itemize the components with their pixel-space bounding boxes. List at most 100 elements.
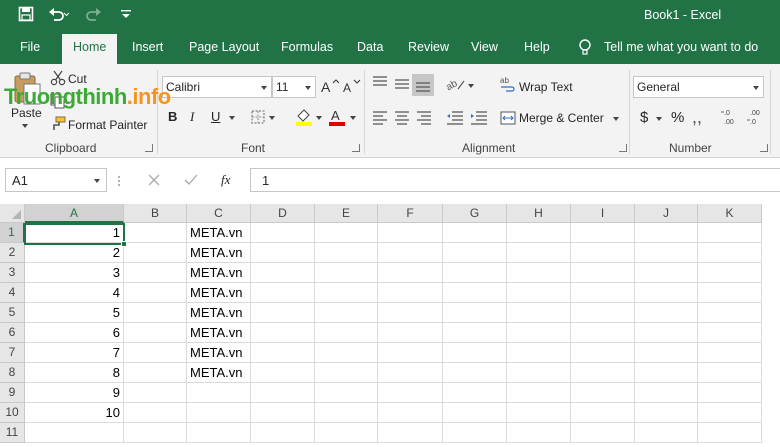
cell-f1[interactable] — [378, 223, 443, 243]
row-header[interactable]: 9 — [0, 383, 25, 403]
cell-j11[interactable] — [635, 423, 698, 443]
cell-i2[interactable] — [571, 243, 635, 263]
cell-j3[interactable] — [635, 263, 698, 283]
confirm-entry-icon[interactable] — [184, 174, 198, 189]
tab-help[interactable]: Help — [524, 40, 550, 54]
undo-icon[interactable] — [48, 6, 70, 25]
cell-k9[interactable] — [698, 383, 762, 403]
percent-button[interactable]: % — [671, 109, 684, 126]
cell-g6[interactable] — [443, 323, 507, 343]
cell-b8[interactable] — [124, 363, 187, 383]
cell-k7[interactable] — [698, 343, 762, 363]
cell-d10[interactable] — [251, 403, 315, 423]
row-header[interactable]: 1 — [0, 223, 25, 243]
align-right-icon[interactable] — [416, 111, 432, 128]
font-color-icon[interactable]: A — [328, 108, 346, 129]
cell-e1[interactable] — [315, 223, 378, 243]
cell-f4[interactable] — [378, 283, 443, 303]
cell-f11[interactable] — [378, 423, 443, 443]
increase-decimal-icon[interactable]: .0.00 — [720, 108, 740, 129]
cell-d11[interactable] — [251, 423, 315, 443]
cell-b5[interactable] — [124, 303, 187, 323]
cell-a11[interactable] — [25, 423, 124, 443]
row-header[interactable]: 6 — [0, 323, 25, 343]
column-header-c[interactable]: C — [187, 204, 251, 223]
alignment-dialog-launcher[interactable] — [619, 144, 627, 152]
row-header[interactable]: 4 — [0, 283, 25, 303]
tab-insert[interactable]: Insert — [132, 40, 163, 54]
cell-e4[interactable] — [315, 283, 378, 303]
increase-indent-icon[interactable] — [470, 111, 488, 128]
cell-i11[interactable] — [571, 423, 635, 443]
orientation-icon[interactable]: ab — [444, 75, 466, 94]
cell-f9[interactable] — [378, 383, 443, 403]
cell-d7[interactable] — [251, 343, 315, 363]
row-header[interactable]: 8 — [0, 363, 25, 383]
cell-a8[interactable]: 8 — [25, 363, 124, 383]
cell-h7[interactable] — [507, 343, 571, 363]
align-center-icon[interactable] — [394, 111, 410, 128]
cell-j4[interactable] — [635, 283, 698, 303]
cell-d8[interactable] — [251, 363, 315, 383]
cell-a5[interactable]: 5 — [25, 303, 124, 323]
cell-h5[interactable] — [507, 303, 571, 323]
font-dialog-launcher[interactable] — [352, 144, 360, 152]
bold-button[interactable]: B — [168, 109, 177, 124]
column-header-h[interactable]: H — [507, 204, 571, 223]
row-header[interactable]: 3 — [0, 263, 25, 283]
number-dialog-launcher[interactable] — [760, 144, 768, 152]
number-format-select[interactable]: General — [633, 76, 764, 98]
formula-input[interactable]: 1 — [250, 168, 780, 192]
save-icon[interactable] — [18, 6, 34, 25]
cell-j9[interactable] — [635, 383, 698, 403]
clipboard-dialog-launcher[interactable] — [145, 144, 153, 152]
cell-f5[interactable] — [378, 303, 443, 323]
bottom-align-button[interactable] — [412, 74, 434, 96]
cell-i7[interactable] — [571, 343, 635, 363]
underline-button[interactable]: U — [211, 109, 220, 124]
italic-button[interactable]: I — [190, 109, 194, 125]
cell-g3[interactable] — [443, 263, 507, 283]
font-family-select[interactable]: Calibri — [162, 76, 272, 98]
cell-e11[interactable] — [315, 423, 378, 443]
cell-k8[interactable] — [698, 363, 762, 383]
cell-k6[interactable] — [698, 323, 762, 343]
top-align-icon[interactable] — [372, 76, 388, 93]
cell-b10[interactable] — [124, 403, 187, 423]
borders-dropdown-arrow[interactable] — [269, 116, 275, 120]
cell-c1[interactable]: META.vn — [187, 223, 251, 243]
currency-dropdown-arrow[interactable] — [656, 117, 662, 121]
cell-f6[interactable] — [378, 323, 443, 343]
borders-icon[interactable] — [251, 110, 265, 127]
tab-home[interactable]: Home — [62, 34, 118, 64]
cell-c10[interactable] — [187, 403, 251, 423]
cell-k4[interactable] — [698, 283, 762, 303]
cell-g1[interactable] — [443, 223, 507, 243]
cell-d9[interactable] — [251, 383, 315, 403]
cell-e2[interactable] — [315, 243, 378, 263]
cell-d2[interactable] — [251, 243, 315, 263]
cell-a3[interactable]: 3 — [25, 263, 124, 283]
cell-h9[interactable] — [507, 383, 571, 403]
cell-h8[interactable] — [507, 363, 571, 383]
fill-handle[interactable] — [121, 241, 127, 247]
cell-i8[interactable] — [571, 363, 635, 383]
cell-g5[interactable] — [443, 303, 507, 323]
cell-c6[interactable]: META.vn — [187, 323, 251, 343]
cell-d3[interactable] — [251, 263, 315, 283]
cell-g9[interactable] — [443, 383, 507, 403]
cell-d1[interactable] — [251, 223, 315, 243]
customize-qat-icon[interactable] — [120, 6, 132, 25]
cell-i6[interactable] — [571, 323, 635, 343]
cell-f8[interactable] — [378, 363, 443, 383]
cell-a10[interactable]: 10 — [25, 403, 124, 423]
tab-view[interactable]: View — [471, 40, 498, 54]
decrease-font-size-icon[interactable]: A — [343, 78, 361, 97]
row-header[interactable]: 5 — [0, 303, 25, 323]
cell-k11[interactable] — [698, 423, 762, 443]
cell-a2[interactable]: 2 — [25, 243, 124, 263]
cell-b3[interactable] — [124, 263, 187, 283]
wrap-text-button[interactable]: Wrap Text — [519, 80, 573, 94]
cell-e7[interactable] — [315, 343, 378, 363]
cell-d4[interactable] — [251, 283, 315, 303]
